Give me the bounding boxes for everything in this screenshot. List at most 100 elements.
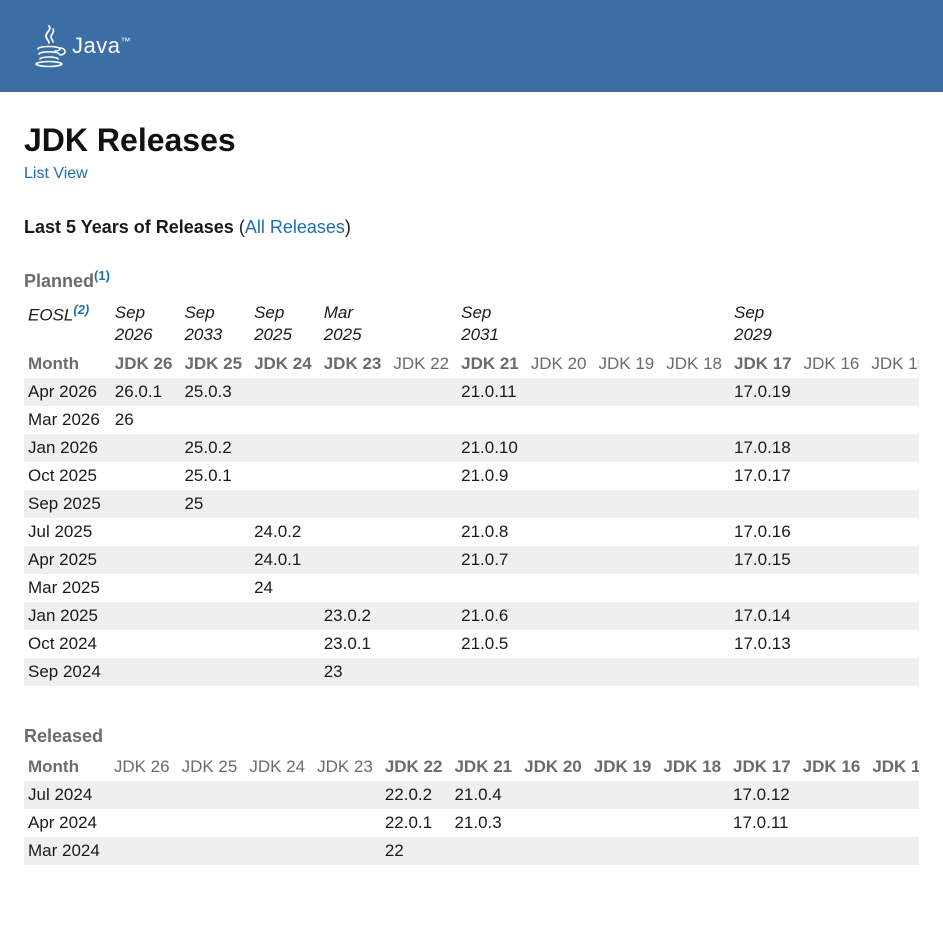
cell xyxy=(389,574,457,602)
planned-col-jdk-19: JDK 19 xyxy=(595,350,663,378)
cell xyxy=(389,434,457,462)
cell xyxy=(320,546,390,574)
eosl-jdk-15 xyxy=(867,298,919,350)
month-cell: Mar 2025 xyxy=(24,574,111,602)
released-col-jdk-24: JDK 24 xyxy=(245,753,313,781)
cell xyxy=(867,630,919,658)
java-logo[interactable]: Java™ xyxy=(32,24,131,68)
cell xyxy=(313,837,381,865)
cell xyxy=(250,490,320,518)
eosl-jdk-19 xyxy=(595,298,663,350)
cell xyxy=(729,837,799,865)
cell xyxy=(595,490,663,518)
cell xyxy=(867,602,919,630)
cell xyxy=(595,574,663,602)
cell xyxy=(457,658,527,686)
cell xyxy=(527,462,595,490)
cell xyxy=(450,837,520,865)
cell: 23.0.2 xyxy=(320,602,390,630)
java-cup-icon xyxy=(32,24,66,68)
cell xyxy=(180,658,250,686)
cell xyxy=(250,434,320,462)
cell xyxy=(662,434,730,462)
planned-col-jdk-15: JDK 15 xyxy=(867,350,919,378)
cell xyxy=(313,809,381,837)
cell xyxy=(867,434,919,462)
cell xyxy=(389,378,457,406)
eosl-jdk-24: Sep2025 xyxy=(250,298,320,350)
cell xyxy=(868,837,919,865)
planned-footnote-link[interactable]: (1) xyxy=(94,268,110,283)
table-row: Mar 202422 xyxy=(24,837,919,865)
cell xyxy=(245,781,313,809)
table-row: Sep 202525 xyxy=(24,490,919,518)
cell xyxy=(250,406,320,434)
cell: 21.0.3 xyxy=(450,809,520,837)
list-view-link[interactable]: List View xyxy=(24,165,88,182)
cell xyxy=(868,781,919,809)
month-cell: Apr 2024 xyxy=(24,809,110,837)
cell: 17.0.18 xyxy=(730,434,800,462)
all-releases-link[interactable]: All Releases xyxy=(245,217,345,237)
planned-col-jdk-23: JDK 23 xyxy=(320,350,390,378)
cell: 21.0.4 xyxy=(450,781,520,809)
cell xyxy=(110,781,178,809)
cell: 17.0.13 xyxy=(730,630,800,658)
cell xyxy=(320,462,390,490)
cell xyxy=(389,658,457,686)
cell xyxy=(111,462,181,490)
released-col-jdk-16: JDK 16 xyxy=(799,753,869,781)
cell: 17.0.16 xyxy=(730,518,800,546)
cell xyxy=(320,574,390,602)
table-row: Mar 202626 xyxy=(24,406,919,434)
cell: 17.0.17 xyxy=(730,462,800,490)
cell xyxy=(799,837,869,865)
cell xyxy=(867,406,919,434)
cell xyxy=(867,462,919,490)
cell xyxy=(250,630,320,658)
table-row: Jul 202524.0.221.0.817.0.16 xyxy=(24,518,919,546)
cell xyxy=(659,809,729,837)
released-col-jdk-17: JDK 17 xyxy=(729,753,799,781)
planned-col-jdk-21: JDK 21 xyxy=(457,350,527,378)
planned-col-jdk-18: JDK 18 xyxy=(662,350,730,378)
released-col-jdk-22: JDK 22 xyxy=(381,753,451,781)
released-month-header: Month xyxy=(24,753,110,781)
released-table: MonthJDK 26JDK 25JDK 24JDK 23JDK 22JDK 2… xyxy=(24,753,919,865)
released-col-jdk-23: JDK 23 xyxy=(313,753,381,781)
cell xyxy=(659,781,729,809)
table-row: Jan 202523.0.221.0.617.0.14 xyxy=(24,602,919,630)
cell: 17.0.19 xyxy=(730,378,800,406)
cell xyxy=(527,406,595,434)
cell xyxy=(595,602,663,630)
cell: 17.0.11 xyxy=(729,809,799,837)
released-col-jdk-21: JDK 21 xyxy=(450,753,520,781)
cell: 21.0.11 xyxy=(457,378,527,406)
cell xyxy=(662,658,730,686)
cell xyxy=(595,434,663,462)
cell xyxy=(180,406,250,434)
eosl-footnote-link[interactable]: (2) xyxy=(73,302,89,317)
cell xyxy=(595,658,663,686)
cell: 21.0.6 xyxy=(457,602,527,630)
cell xyxy=(178,837,246,865)
planned-table: EOSL(2)Sep2026Sep2033Sep2025Mar2025Sep20… xyxy=(24,298,919,686)
planned-col-jdk-25: JDK 25 xyxy=(180,350,250,378)
cell xyxy=(180,630,250,658)
cell xyxy=(867,574,919,602)
cell: 21.0.8 xyxy=(457,518,527,546)
eosl-jdk-23: Mar2025 xyxy=(320,298,390,350)
eosl-jdk-18 xyxy=(662,298,730,350)
released-col-jdk-15: JDK 15 xyxy=(868,753,919,781)
top-banner: Java™ xyxy=(0,0,943,92)
last5-line: Last 5 Years of Releases (All Releases) xyxy=(24,217,919,238)
cell xyxy=(867,546,919,574)
cell xyxy=(527,490,595,518)
cell xyxy=(527,602,595,630)
cell xyxy=(590,837,660,865)
cell xyxy=(527,574,595,602)
cell xyxy=(662,574,730,602)
cell xyxy=(800,462,868,490)
cell: 22 xyxy=(381,837,451,865)
cell: 22.0.1 xyxy=(381,809,451,837)
